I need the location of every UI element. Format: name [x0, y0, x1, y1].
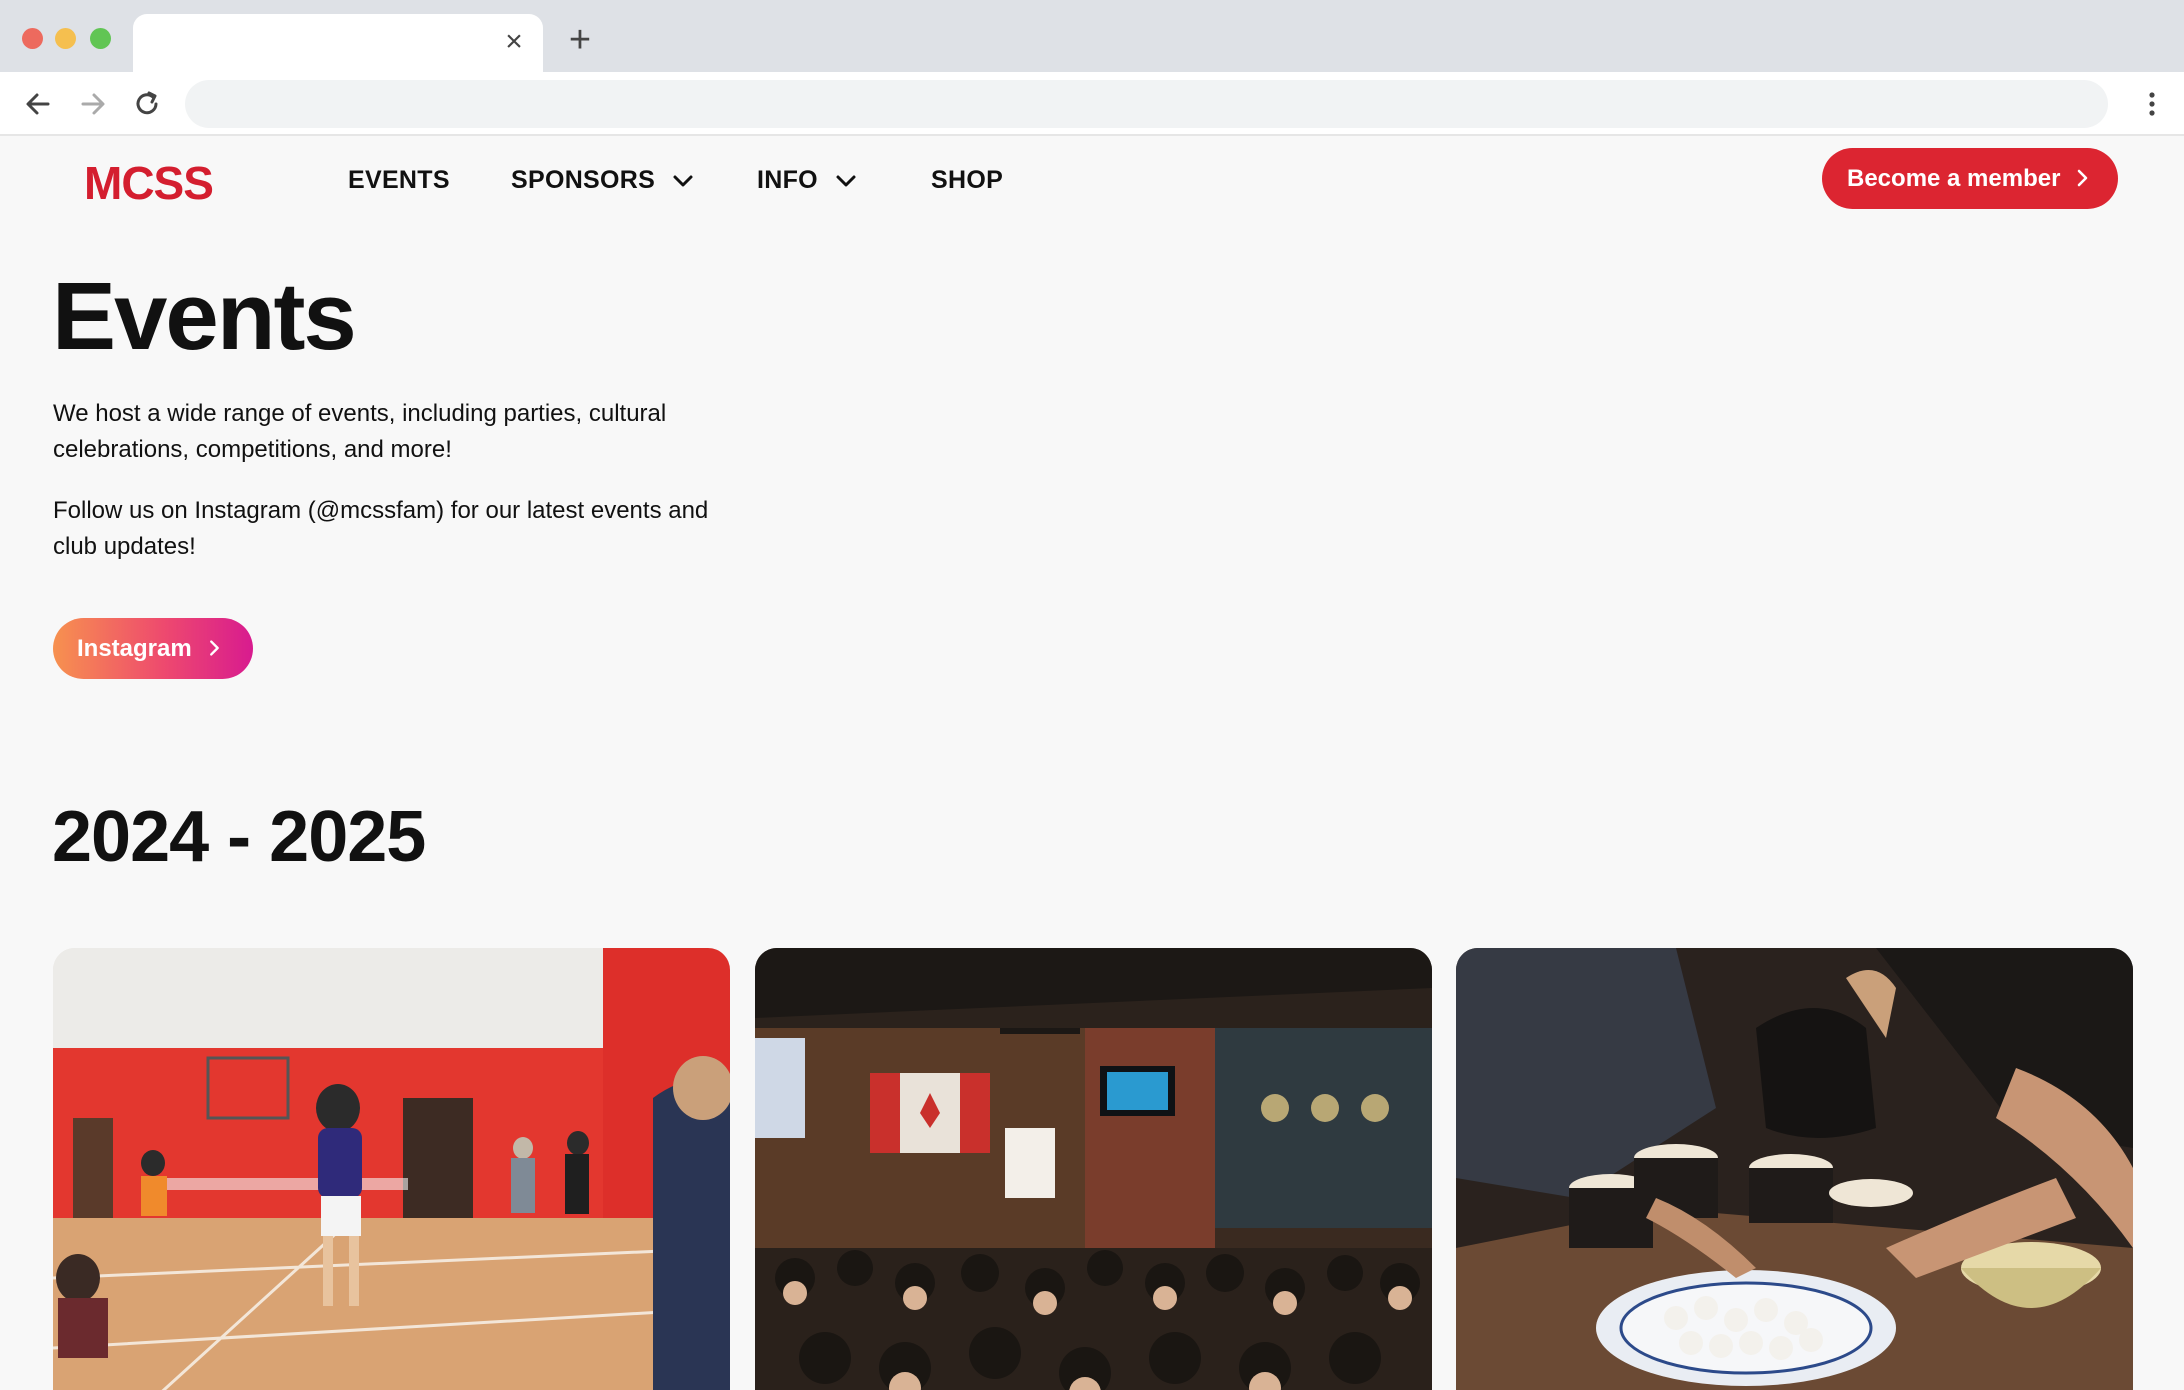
nav-info[interactable]: INFO [757, 166, 858, 195]
tangyuan-making-photo [1456, 948, 2133, 1390]
chevron-down-icon [834, 169, 858, 193]
chevron-right-icon [2070, 166, 2094, 190]
instagram-paragraph: Follow us on Instagram (@mcssfam) for ou… [53, 497, 709, 560]
event-card-badminton[interactable] [53, 948, 730, 1390]
pub-gathering-photo [755, 948, 1432, 1390]
nav-events[interactable]: EVENTS [348, 166, 450, 195]
back-arrow-icon[interactable] [18, 84, 58, 124]
become-member-label: Become a member [1847, 164, 2061, 192]
intro-paragraph: We host a wide range of events, includin… [53, 400, 667, 463]
window-zoom-control[interactable] [90, 28, 111, 49]
nav-shop[interactable]: SHOP [931, 166, 1003, 195]
site-header: MCSS EVENTS SPONSORS INFO SHOP Become a … [0, 138, 2184, 238]
event-card-pub-night[interactable] [755, 948, 1432, 1390]
badminton-photo [53, 948, 730, 1390]
browser-menu-icon[interactable] [2142, 84, 2162, 124]
forward-arrow-icon[interactable] [73, 84, 113, 124]
nav-sponsors[interactable]: SPONSORS [511, 166, 695, 195]
window-minimize-control[interactable] [55, 28, 76, 49]
chevron-right-icon [203, 637, 225, 659]
nav-shop-label: SHOP [931, 166, 1004, 194]
browser-tab[interactable]: × [133, 14, 543, 72]
nav-sponsors-label: SPONSORS [511, 166, 656, 194]
browser-toolbar [0, 72, 2184, 136]
chevron-down-icon [671, 169, 695, 193]
browser-tab-bar: × + [0, 0, 2184, 72]
instagram-button-label: Instagram [77, 634, 192, 662]
become-member-button[interactable]: Become a member [1822, 148, 2118, 209]
nav-events-label: EVENTS [348, 166, 450, 194]
window-close-control[interactable] [22, 28, 43, 49]
page-title: Events [52, 263, 357, 370]
nav-info-label: INFO [757, 166, 818, 194]
address-bar[interactable] [185, 80, 2108, 128]
year-heading: 2024 - 2025 [52, 797, 426, 877]
tab-close-icon[interactable]: × [501, 27, 527, 57]
reload-icon[interactable] [127, 84, 167, 124]
instagram-button[interactable]: Instagram [53, 618, 253, 679]
mcss-logo[interactable]: MCSS [84, 156, 214, 210]
event-card-tangyuan[interactable] [1456, 948, 2133, 1390]
new-tab-icon[interactable]: + [565, 21, 595, 59]
